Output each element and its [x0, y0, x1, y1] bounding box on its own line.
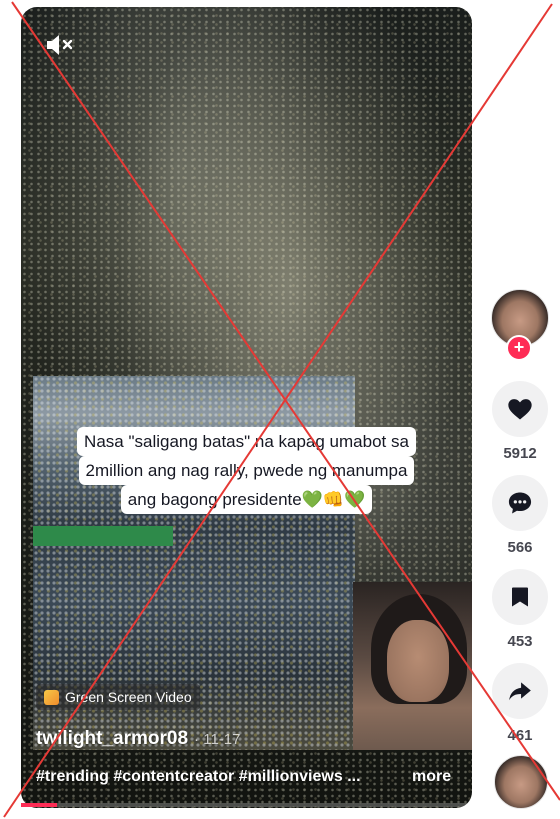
bookmark-count: 453 — [507, 633, 533, 650]
bookmark-button[interactable] — [492, 569, 548, 625]
green-screen-icon — [44, 689, 59, 705]
like-button[interactable] — [492, 381, 548, 437]
post-date: · 11-17 — [194, 731, 241, 748]
hashtags[interactable]: #trending #contentcreator #millionviews … — [36, 768, 361, 786]
creator-cam — [353, 582, 472, 750]
progress-fill — [21, 803, 58, 807]
music-disc-avatar[interactable] — [494, 755, 548, 809]
heart-icon — [508, 399, 532, 420]
progress-bar[interactable] — [21, 803, 472, 807]
comment-count: 566 — [507, 539, 533, 556]
green-screen-badge[interactable]: Green Screen Video — [36, 684, 200, 710]
inset-awning — [33, 526, 173, 546]
share-count: 461 — [507, 727, 533, 744]
like-count: 5912 — [503, 445, 537, 462]
comment-button[interactable] — [492, 475, 548, 531]
caption-line-1: Nasa "saligang batas" na kapag umabot sa — [77, 427, 416, 456]
green-screen-label: Green Screen Video — [65, 689, 192, 705]
creator-face — [387, 620, 449, 702]
mute-icon[interactable] — [44, 31, 76, 59]
caption-line-2: 2million ang nag rally, pwede ng manumpa — [78, 456, 415, 485]
comment-icon — [508, 492, 532, 514]
more-button[interactable]: more — [412, 768, 451, 786]
author-username[interactable]: twilight_armor08 — [36, 728, 188, 750]
bookmark-icon — [512, 587, 528, 607]
video-caption-overlay: Nasa "saligang batas" na kapag umabot sa… — [21, 427, 472, 514]
caption-line-3: ang bagong presidente💚👊💚 — [120, 485, 373, 514]
author-info[interactable]: twilight_armor08 · 11-17 — [36, 728, 240, 750]
share-button[interactable] — [492, 663, 548, 719]
follow-button[interactable]: + — [506, 335, 532, 361]
share-icon — [509, 682, 531, 701]
